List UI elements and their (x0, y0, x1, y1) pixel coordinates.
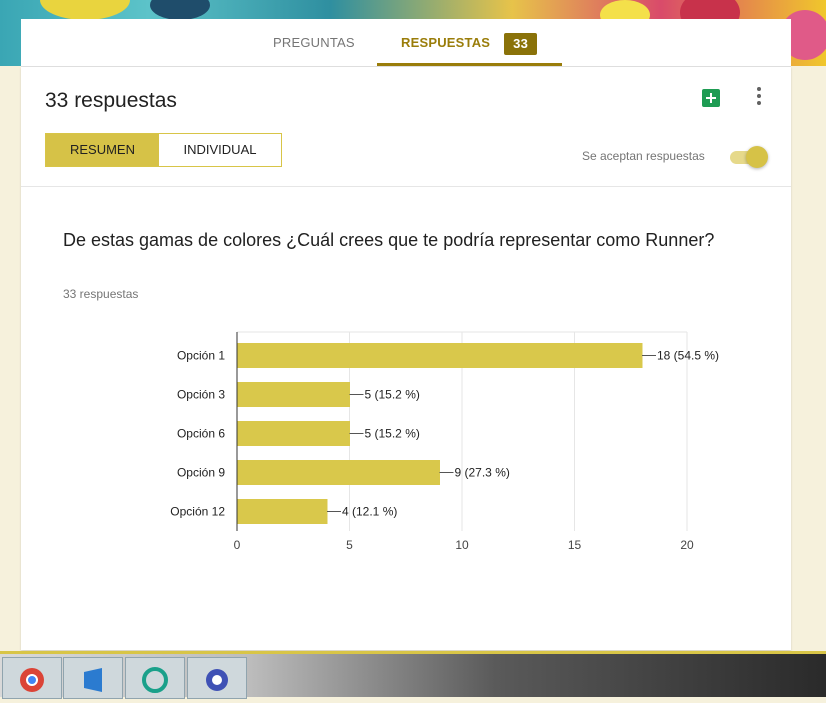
accepting-responses-label: Se aceptan respuestas (582, 149, 705, 163)
os-taskbar (0, 651, 826, 699)
data-label: 4 (12.1 %) (342, 505, 397, 519)
individual-button[interactable]: INDIVIDUAL (159, 134, 281, 166)
active-tab-indicator (377, 63, 562, 66)
bar (237, 499, 328, 524)
responses-card: 33 respuestas RESUMEN INDIVIDUAL Se acep… (21, 67, 791, 650)
page-title: 33 respuestas (45, 89, 177, 112)
bar-chart: Opción 1 18 (54.5 %) Opción 3 5 (15.2 %) Opc… (170, 331, 719, 552)
x-tick-label: 20 (680, 538, 694, 552)
more-vert-icon[interactable] (755, 87, 763, 109)
question-title: De estas gamas de colores ¿Cuál crees qu… (63, 230, 715, 250)
bar (237, 460, 440, 485)
data-label: 5 (15.2 %) (365, 388, 420, 402)
x-tick-label: 10 (455, 538, 469, 552)
category-label: Opción 1 (177, 349, 225, 363)
responses-count-badge: 33 (504, 32, 538, 55)
app-taskbar-icon[interactable] (125, 657, 185, 699)
chrome-taskbar-icon[interactable] (2, 657, 62, 699)
category-label: Opción 6 (177, 427, 225, 441)
data-label: 5 (15.2 %) (365, 427, 420, 441)
tab-bar: PREGUNTAS RESPUESTAS 33 (21, 19, 791, 67)
x-tick-label: 15 (568, 538, 582, 552)
x-tick-label: 0 (234, 538, 241, 552)
summary-individual-toggle: RESUMEN INDIVIDUAL (45, 133, 282, 167)
bar (237, 382, 350, 407)
data-label: 18 (54.5 %) (657, 349, 719, 363)
category-label: Opción 12 (170, 505, 225, 519)
category-label: Opción 3 (177, 388, 225, 402)
resumen-button[interactable]: RESUMEN (46, 134, 159, 166)
sheets-icon[interactable] (702, 89, 720, 107)
app-taskbar-icon[interactable] (187, 657, 247, 699)
toggle-knob[interactable] (746, 146, 768, 168)
vscode-taskbar-icon[interactable] (63, 657, 123, 699)
bar (237, 421, 350, 446)
data-label: 9 (27.3 %) (455, 466, 510, 480)
bar (237, 343, 643, 368)
banner-decoration (40, 0, 130, 20)
banner-decoration (150, 0, 210, 20)
divider (21, 186, 791, 187)
category-label: Opción 9 (177, 466, 225, 480)
x-tick-label: 5 (346, 538, 353, 552)
question-response-count: 33 respuestas (63, 287, 139, 301)
tab-respuestas[interactable]: RESPUESTAS 33 (401, 19, 538, 66)
tab-respuestas-label: RESPUESTAS (401, 35, 491, 50)
tab-preguntas[interactable]: PREGUNTAS (273, 19, 355, 66)
